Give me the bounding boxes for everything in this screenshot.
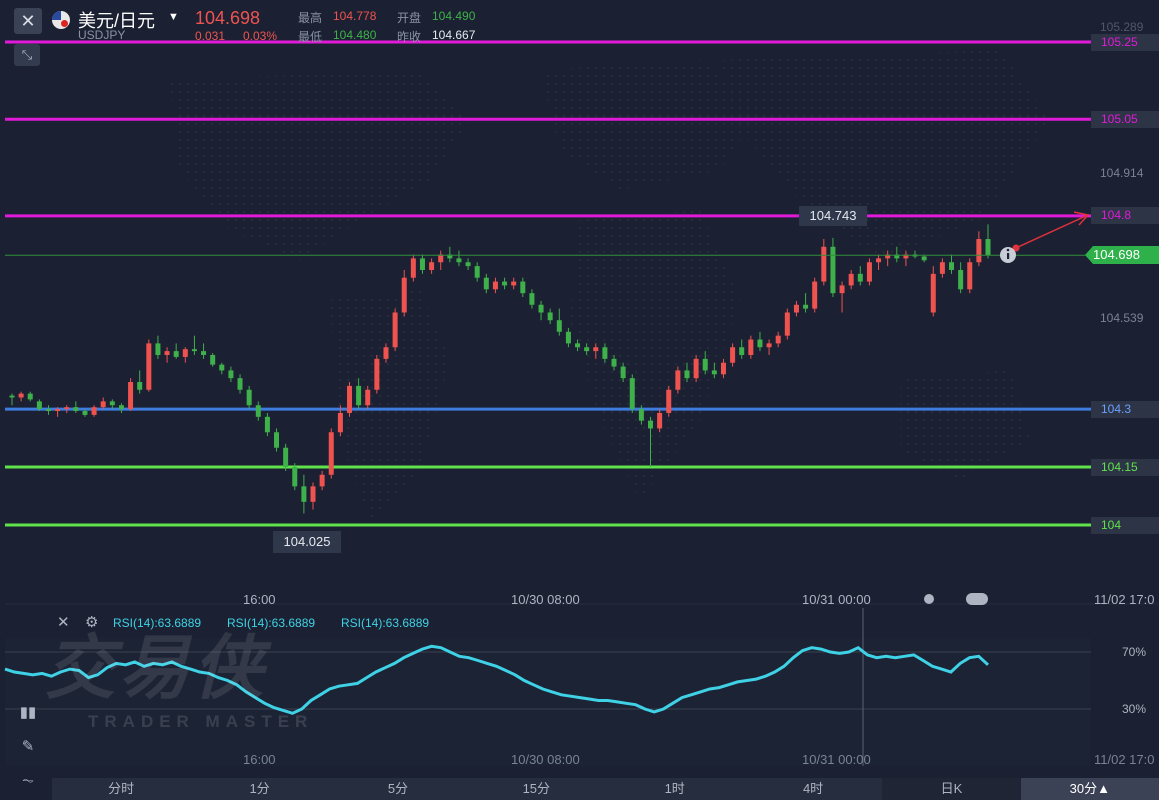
tab-15min[interactable]: 15分	[467, 778, 605, 800]
last-price: 104.698	[195, 8, 261, 28]
price-tick: 104.914	[1100, 166, 1144, 180]
chevron-down-icon[interactable]: ▼	[168, 11, 179, 23]
rsi-time-tick: 10/30 08:00	[511, 752, 580, 767]
candle	[292, 463, 298, 491]
tab-30min[interactable]: 30分▲	[1020, 778, 1159, 800]
rsi-level-30: 30%	[1122, 702, 1147, 716]
rsi-legend: RSI(14):63.6889	[227, 616, 316, 630]
candle	[392, 308, 398, 352]
level-tag: 104.3	[1091, 400, 1159, 418]
candle	[210, 353, 216, 367]
close-icon: ✕	[20, 11, 36, 31]
usdjpy-flag-icon	[52, 11, 70, 29]
price-tick: 104.539	[1100, 311, 1144, 325]
rsi-time-tick: 11/02 17:0	[1094, 752, 1155, 767]
pair-code: USDJPY	[78, 28, 126, 42]
rsi-legend: RSI(14):63.6889	[113, 616, 202, 630]
current-price-value: 104.698	[1093, 247, 1140, 263]
candle	[346, 382, 352, 417]
tab-timeshare[interactable]: 分时	[52, 778, 190, 800]
low-label: 最低	[298, 30, 323, 44]
min-price-label: 104.025	[273, 531, 341, 553]
pen-icon[interactable]: ✎	[14, 734, 42, 760]
candle	[374, 354, 380, 394]
watermark-subtitle: TRADER MASTER	[88, 712, 314, 731]
candle	[967, 258, 973, 294]
rsi-time-tick: 10/31 00:00	[802, 752, 871, 767]
candle	[675, 366, 681, 394]
time-axis-dot-icon[interactable]	[924, 594, 934, 604]
candle	[410, 254, 416, 282]
rsi-time-tick: 16:00	[243, 752, 276, 767]
time-tick: 10/30 08:00	[511, 592, 580, 607]
candle	[666, 385, 672, 417]
candle	[784, 308, 790, 340]
high-value: 104.778	[333, 9, 377, 23]
tab-1hour[interactable]: 1时	[606, 778, 744, 800]
price-change: 0.031	[195, 29, 226, 43]
tab-daily[interactable]: 日K	[882, 778, 1021, 800]
candle	[629, 374, 635, 413]
rsi-settings-icon[interactable]: ⚙	[85, 613, 98, 631]
rsi-level-70: 70%	[1122, 645, 1147, 659]
timeframe-tabs: 分时 1分 5分 15分 1时 4时 日K 30分▲	[52, 778, 1159, 800]
open-value: 104.490	[432, 9, 476, 23]
max-price-label: 104.743	[799, 206, 867, 226]
level-tag: 104.15	[1091, 458, 1159, 476]
candle	[328, 428, 334, 479]
candle	[812, 277, 818, 313]
prev-close-label: 昨收	[397, 30, 422, 44]
close-button[interactable]: ✕	[14, 8, 42, 34]
rsi-close-icon[interactable]: ✕	[57, 613, 70, 631]
level-tag: 104.8	[1091, 207, 1159, 225]
indicator-icon[interactable]: ⏦	[14, 768, 42, 794]
time-tick: 16:00	[243, 592, 276, 607]
candle-type-icon[interactable]: ▮▮	[14, 700, 42, 726]
prev-close-value: 104.667	[432, 28, 476, 42]
low-value: 104.480	[333, 28, 377, 42]
level-tag: 105.25	[1091, 33, 1159, 51]
tab-5min[interactable]: 5分	[329, 778, 467, 800]
info-icon[interactable]	[1000, 247, 1016, 263]
current-price-tag: 104.698	[1085, 246, 1159, 265]
tab-4hour[interactable]: 4时	[744, 778, 882, 800]
candle	[693, 354, 699, 383]
price-change-percent: 0.03%	[243, 29, 278, 43]
rsi-legend: RSI(14):63.6889	[341, 616, 430, 630]
candle	[866, 258, 872, 286]
candle	[146, 339, 152, 392]
time-tick: 11/02 17:0	[1094, 592, 1155, 607]
collapse-arrows-icon[interactable]: ⤡	[14, 44, 40, 66]
chart-app: ✕ 美元/日元 ▼ USDJPY 104.698 0.031 0.03% 最高 …	[0, 0, 1159, 800]
level-tag: 104	[1091, 516, 1159, 534]
candle	[128, 378, 134, 412]
tab-1min[interactable]: 1分	[190, 778, 328, 800]
level-tag: 105.05	[1091, 110, 1159, 128]
instrument-header: ✕ 美元/日元 ▼ USDJPY 104.698 0.031 0.03% 最高 …	[0, 0, 1159, 44]
candle	[283, 443, 289, 471]
time-axis-toggle-icon[interactable]	[966, 593, 988, 605]
price-tick: 105.289	[1100, 20, 1144, 34]
high-label: 最高	[298, 11, 323, 25]
open-label: 开盘	[397, 11, 422, 25]
time-tick: 10/31 00:00	[802, 592, 871, 607]
